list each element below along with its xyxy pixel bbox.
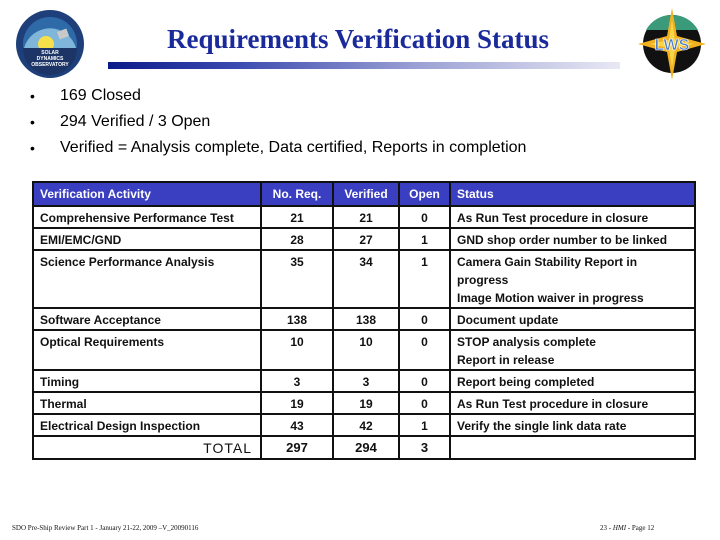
status-line: As Run Test procedure in closure — [457, 397, 649, 411]
title-underline-bar — [108, 62, 620, 69]
bullet-icon: • — [30, 140, 35, 156]
table-row: Timing 3 3 0 Report being completed — [32, 369, 696, 393]
cell-activity: EMI/EMC/GND — [32, 227, 262, 251]
status-line: Report in release — [457, 353, 555, 367]
cell-activity: Software Acceptance — [32, 307, 262, 331]
table-row: EMI/EMC/GND 28 27 1 GND shop order number to… — [32, 227, 696, 251]
status-line: Camera Gain Stability Report in progress — [457, 255, 638, 287]
cell-activity: Optical Requirements — [32, 329, 262, 371]
column-header-no-req: No. Req. — [260, 181, 334, 207]
cell-verified: 27 — [332, 227, 400, 251]
cell-verified: 42 — [332, 413, 400, 437]
total-status-empty — [449, 435, 696, 460]
cell-no-req: 3 — [260, 369, 334, 393]
cell-verified: 34 — [332, 249, 400, 309]
table-row: Software Acceptance 138 138 0 Document updat… — [32, 307, 696, 331]
total-verified: 294 — [332, 435, 400, 460]
cell-verified: 21 — [332, 205, 400, 229]
table-row: Science Performance Analysis 35 34 1 Camera … — [32, 249, 696, 309]
cell-verified: 19 — [332, 391, 400, 415]
cell-open: 0 — [398, 391, 451, 415]
cell-no-req: 43 — [260, 413, 334, 437]
cell-status: As Run Test procedure in closure — [449, 391, 696, 415]
status-line: Image Motion waiver in progress — [457, 291, 644, 305]
column-header-verified: Verified — [332, 181, 400, 207]
cell-open: 0 — [398, 329, 451, 371]
cell-activity: Comprehensive Performance Test — [32, 205, 262, 229]
cell-activity: Timing — [32, 369, 262, 393]
svg-text:LWS: LWS — [655, 37, 690, 54]
cell-activity: Science Performance Analysis — [32, 249, 262, 309]
cell-verified: 3 — [332, 369, 400, 393]
lws-logo-icon: LWS — [632, 6, 712, 82]
bullet-icon: • — [30, 88, 35, 104]
cell-no-req: 10 — [260, 329, 334, 371]
cell-no-req: 138 — [260, 307, 334, 331]
column-header-activity: Verification Activity — [32, 181, 262, 207]
cell-status: Document update — [449, 307, 696, 331]
status-line: As Run Test procedure in closure — [457, 211, 649, 225]
cell-no-req: 35 — [260, 249, 334, 309]
footer-page-number: 23 - HMI - Page 12 — [600, 524, 655, 532]
cell-status: Verify the single link data rate — [449, 413, 696, 437]
cell-status: Camera Gain Stability Report in progress… — [449, 249, 696, 309]
cell-open: 1 — [398, 227, 451, 251]
status-line: Report being completed — [457, 375, 595, 389]
table-row: Electrical Design Inspection 43 42 1 Verify … — [32, 413, 696, 437]
status-line: STOP analysis complete — [457, 335, 596, 349]
table-header-row: Verification Activity No. Req. Verified … — [32, 181, 696, 207]
sdo-logo-icon: SOLAR DYNAMICS OBSERVATORY — [12, 8, 88, 80]
cell-status: GND shop order number to be linked — [449, 227, 696, 251]
status-line: Document update — [457, 313, 559, 327]
column-header-status: Status — [449, 181, 696, 207]
status-line: GND shop order number to be linked — [457, 233, 668, 247]
cell-verified: 10 — [332, 329, 400, 371]
total-no-req: 297 — [260, 435, 334, 460]
cell-open: 1 — [398, 413, 451, 437]
cell-status: Report being completed — [449, 369, 696, 393]
cell-open: 0 — [398, 369, 451, 393]
column-header-open: Open — [398, 181, 451, 207]
cell-no-req: 19 — [260, 391, 334, 415]
cell-open: 1 — [398, 249, 451, 309]
table-row: Optical Requirements 10 10 0 STOP analysis c… — [32, 329, 696, 371]
footer-instrument: HMI — [612, 524, 627, 532]
table-total-row: TOTAL 297 294 3 — [32, 435, 696, 460]
cell-no-req: 21 — [260, 205, 334, 229]
cell-status: As Run Test procedure in closure — [449, 205, 696, 229]
total-open: 3 — [398, 435, 451, 460]
cell-no-req: 28 — [260, 227, 334, 251]
cell-status: STOP analysis complete Report in release — [449, 329, 696, 371]
cell-open: 0 — [398, 307, 451, 331]
page-title: Requirements Verification Status — [167, 24, 549, 54]
svg-text:OBSERVATORY: OBSERVATORY — [31, 62, 69, 68]
cell-open: 0 — [398, 205, 451, 229]
table-row: Thermal 19 19 0 As Run Test procedure in clo… — [32, 391, 696, 415]
footer-review-info: SDO Pre-Ship Review Part 1 - January 21-… — [12, 524, 199, 532]
total-label: TOTAL — [32, 435, 262, 460]
cell-activity: Electrical Design Inspection — [32, 413, 262, 437]
status-line: Verify the single link data rate — [457, 419, 627, 433]
table-row: Comprehensive Performance Test 21 21 0 As Ru… — [32, 205, 696, 229]
cell-verified: 138 — [332, 307, 400, 331]
verification-table: Verification Activity No. Req. Verified … — [32, 181, 696, 460]
cell-activity: Thermal — [32, 391, 262, 415]
bullet-icon: • — [30, 114, 35, 130]
